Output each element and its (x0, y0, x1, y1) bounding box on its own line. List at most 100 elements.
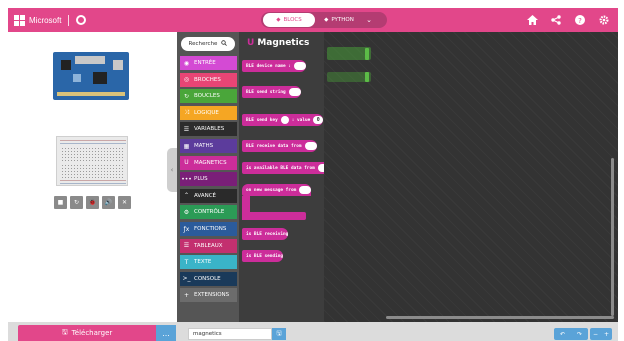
toolbox-category-extensions[interactable]: + EXTENSIONS (180, 288, 237, 303)
blocks-mode-button[interactable]: ◆ BLOCS (263, 13, 315, 27)
toolbox-category-boucles[interactable]: ↻ BOUCLES (180, 89, 237, 104)
toolbox-category-avance[interactable]: ⌃ AVANCÉ (180, 188, 237, 203)
blocks-flyout: U Magnetics BLE device name : BLE send s… (239, 32, 330, 322)
category-label: FONCTIONS (194, 226, 227, 232)
category-icon: T (184, 258, 189, 266)
block-is-ble-sending[interactable]: is BLE sending (242, 250, 284, 262)
block-label: BLE receive data from (246, 143, 302, 149)
editor-mode-toggle: ◆ BLOCS ◆ PYTHON ⌄ (261, 12, 387, 28)
more-options-button[interactable]: ... (156, 325, 176, 341)
toolbox-category-broches[interactable]: ◎ BROCHES (180, 72, 237, 87)
block-input-slot[interactable] (280, 116, 289, 124)
block-on-new-message[interactable]: on new message from (242, 184, 312, 196)
download-button[interactable]: 🖫 Télécharger (18, 325, 156, 341)
toolbox-category-controle[interactable]: ⚙ CONTRÔLE (180, 205, 237, 220)
category-icon: U (184, 159, 189, 167)
board-header (75, 56, 105, 64)
block-label: BLE send string (246, 89, 286, 95)
toolbox-category-variables[interactable]: ☰ VARIABLES (180, 122, 237, 137)
project-name-input[interactable]: magnetics (188, 328, 272, 340)
toolbox-category-entree[interactable]: ◉ ENTRÉE (180, 56, 237, 70)
undo-redo-group: ↶ ↷ (554, 328, 588, 340)
toolbox-category-texte[interactable]: T TEXTE (180, 255, 237, 270)
breadboard-rail (60, 143, 126, 144)
category-icon: ⌃ (183, 192, 190, 200)
restart-icon[interactable]: ↻ (70, 196, 83, 209)
block-input-slot[interactable] (299, 186, 312, 194)
breadboard-rail (60, 140, 126, 141)
top-actions: ? (526, 12, 610, 28)
share-icon[interactable] (550, 14, 562, 26)
top-bar: Microsoft ◆ BLOCS ◆ PYTHON ⌄ ? (8, 8, 618, 32)
category-icon: ⤨ (184, 108, 189, 116)
toolbox-category-logique[interactable]: ⤨ LOGIQUE (180, 105, 237, 120)
board-chip (73, 74, 81, 82)
close-icon[interactable]: ✕ (118, 196, 131, 209)
breadboard-image (56, 136, 128, 186)
settings-icon[interactable] (598, 14, 610, 26)
block-input-slot[interactable] (304, 142, 317, 150)
vertical-scrollbar[interactable] (611, 158, 614, 316)
toolbox-category-maths[interactable]: ▦ MATHS (180, 139, 237, 153)
breadboard-holes (61, 164, 125, 178)
block-ble-send-string[interactable]: BLE send string (242, 86, 301, 98)
category-icon: ••• (181, 175, 192, 183)
breadboard-rail (60, 183, 126, 184)
event-block-body[interactable] (242, 196, 306, 220)
toolbox-category-magnetics[interactable]: U MAGNETICS (180, 155, 237, 170)
microbit-board-image[interactable] (53, 52, 129, 100)
download-label: Télécharger (71, 329, 113, 337)
block-ble-device-name[interactable]: BLE device name : (242, 60, 306, 72)
flyout-title-label: Magnetics (257, 38, 310, 48)
download-icon: 🖫 (61, 327, 68, 336)
category-label: VARIABLES (194, 126, 225, 133)
bottom-bar: 🖫 Télécharger ... magnetics 🖫 ↶ ↷ − + (8, 322, 618, 341)
sound-icon[interactable]: 🔊 (102, 196, 115, 209)
magnet-icon: U (247, 38, 255, 48)
block-input-slot[interactable] (293, 62, 306, 70)
toolbox-category-fonctions[interactable]: ƒx FONCTIONS (180, 222, 237, 236)
category-label: ENTRÉE (194, 60, 216, 66)
category-label: MATHS (194, 143, 214, 149)
block-ble-receive-data[interactable]: BLE receive data from (242, 140, 317, 152)
home-icon[interactable] (526, 14, 538, 26)
block-label: BLE device name : (246, 63, 291, 69)
debug-icon[interactable]: 🐞 (86, 196, 99, 209)
puzzle-icon: ◆ (276, 17, 281, 23)
zoom-in-icon[interactable]: + (604, 331, 609, 338)
collapse-simulator-icon[interactable]: ‹ (167, 148, 177, 192)
brand[interactable]: Microsoft (14, 12, 87, 28)
block-input-slot[interactable] (288, 88, 301, 96)
block-is-ble-receiving[interactable]: is BLE receiving (242, 228, 289, 240)
toolbox-category-console[interactable]: >_ CONSOLE (180, 271, 237, 286)
code-workspace[interactable] (324, 32, 618, 322)
svg-text:?: ? (578, 17, 582, 25)
breadboard-rail (60, 180, 126, 181)
save-icon[interactable]: 🖫 (272, 328, 286, 340)
undo-icon[interactable]: ↶ (560, 331, 565, 338)
redo-icon[interactable]: ↷ (577, 331, 582, 338)
toolbox-search[interactable]: Recherche (181, 37, 235, 51)
stop-icon[interactable]: ■ (54, 196, 67, 209)
board-chip (93, 72, 107, 84)
toolbox-category-plus[interactable]: ••• PLUS (180, 172, 237, 187)
zoom-out-icon[interactable]: − (593, 331, 598, 338)
help-icon[interactable]: ? (574, 14, 586, 26)
horizontal-scrollbar[interactable] (386, 316, 614, 319)
category-icon: ↻ (183, 92, 190, 100)
toolbox-category-tableaux[interactable]: ☰ TABLEAUX (180, 238, 237, 253)
category-icon: ☰ (183, 242, 190, 250)
microbit-icon (76, 15, 87, 25)
category-label: BOUCLES (194, 93, 220, 100)
block-number-input[interactable]: 0 (313, 116, 324, 124)
block-ble-send-key[interactable]: BLE send key: value 0 (242, 114, 324, 126)
category-label: CONSOLE (194, 275, 221, 282)
category-icon: ◉ (183, 59, 190, 67)
block-is-available-ble-data[interactable]: is available BLE data from (242, 162, 330, 174)
workspace-block-edge[interactable] (365, 48, 369, 60)
workspace-block-edge[interactable] (365, 72, 369, 82)
category-icon: + (183, 291, 190, 299)
brand-divider (68, 14, 70, 26)
mode-dropdown-icon[interactable]: ⌄ (363, 16, 375, 24)
python-mode-button[interactable]: ◆ PYTHON (315, 13, 363, 27)
